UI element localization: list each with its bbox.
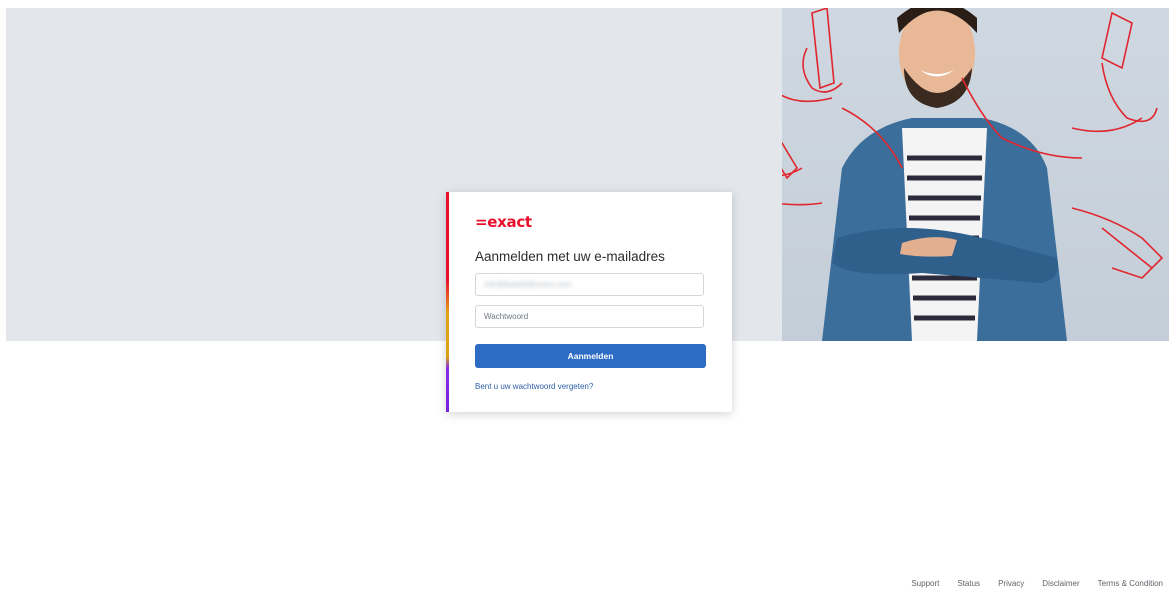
footer-link-support[interactable]: Support: [911, 579, 939, 588]
hero-illustration: [782, 8, 1169, 341]
email-value: info@bedrijf@exact.com: [484, 280, 572, 289]
exact-logo: =exact: [475, 213, 532, 231]
footer-link-terms[interactable]: Terms & Condition: [1098, 579, 1163, 588]
footer-link-privacy[interactable]: Privacy: [998, 579, 1024, 588]
forgot-password-link[interactable]: Bent u uw wachtwoord vergeten?: [475, 382, 593, 391]
sign-in-button[interactable]: Aanmelden: [475, 344, 706, 368]
password-placeholder: Wachtwoord: [484, 312, 529, 321]
footer-link-disclaimer[interactable]: Disclaimer: [1042, 579, 1079, 588]
card-accent-bar: [446, 192, 449, 412]
footer-links: Support Status Privacy Disclaimer Terms …: [893, 579, 1163, 588]
login-heading: Aanmelden met uw e-mailadres: [475, 249, 665, 264]
man-with-hands-illustration: [782, 8, 1164, 341]
password-field[interactable]: Wachtwoord: [475, 305, 704, 328]
login-card: =exact Aanmelden met uw e-mailadres info…: [446, 192, 732, 412]
email-field[interactable]: info@bedrijf@exact.com: [475, 273, 704, 296]
footer-link-status[interactable]: Status: [957, 579, 980, 588]
